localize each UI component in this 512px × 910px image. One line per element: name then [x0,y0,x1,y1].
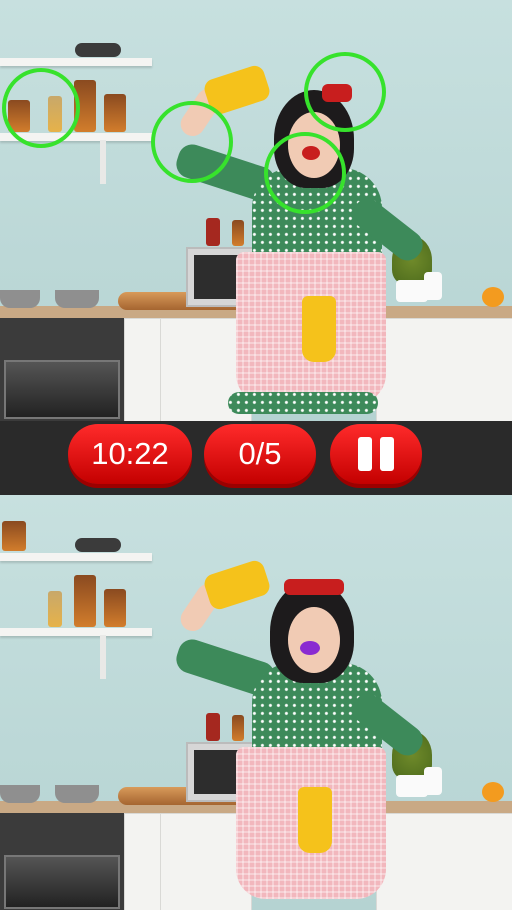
upper-shelf [0,58,152,66]
orange [482,287,504,307]
control-bar: 10:22 0/5 [0,421,512,495]
lower-shelf [0,628,152,636]
spot-the-difference-game: 10:22 0/5 [0,0,512,910]
hair-bow [284,579,344,595]
skirt-hem [228,392,378,414]
spice-jar [74,575,96,627]
difference-marker [2,68,80,148]
top-image[interactable] [0,0,512,421]
oven-door [4,855,120,909]
pan-on-shelf [75,43,121,57]
cup [424,272,442,300]
difference-marker [304,52,386,132]
cabinet [124,318,162,421]
pause-icon [354,437,398,471]
jar [232,715,244,741]
upper-shelf [0,553,152,561]
apron-pocket-glove [302,296,336,362]
purple-lips [300,641,320,655]
orange [482,782,504,802]
jar [206,713,220,741]
pan-on-shelf [75,538,121,552]
difference-marker [264,132,346,214]
jar [232,220,244,246]
spice-jar [104,589,126,627]
shelf-bracket [100,635,106,679]
timer: 10:22 [68,424,192,484]
cabinet [376,813,512,910]
cooking-pot [0,290,40,308]
oven-door [4,360,120,419]
cooking-pot [55,290,99,308]
cooking-pot [0,785,40,803]
bottom-image[interactable] [0,495,512,910]
apron-pocket-glove [298,787,332,853]
cabinet [124,813,162,910]
shelf-bracket [100,140,106,184]
spice-jar [104,94,126,132]
bottle [48,591,62,627]
pause-button[interactable] [330,424,422,484]
difference-marker [151,101,233,183]
differences-counter: 0/5 [204,424,316,484]
face [288,607,340,673]
jar [206,218,220,246]
spice-jar [2,521,26,551]
cup [424,767,442,795]
cooking-pot [55,785,99,803]
cabinet [376,318,512,421]
